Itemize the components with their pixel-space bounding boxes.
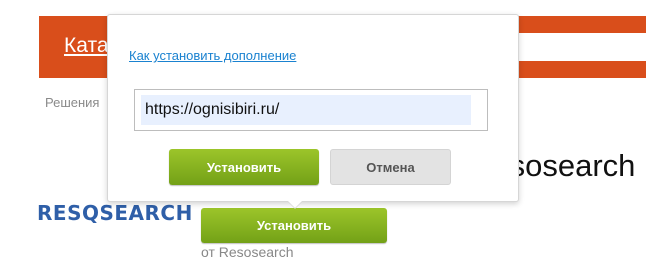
popup-pointer: [287, 200, 303, 208]
popup-install-button[interactable]: Установить: [169, 149, 319, 185]
install-popup: Как установить дополнение Установить Отм…: [107, 14, 519, 202]
how-to-install-link[interactable]: Как установить дополнение: [129, 48, 296, 63]
header-divider: [519, 33, 646, 61]
breadcrumb[interactable]: Решения: [45, 95, 99, 110]
resosearch-logo: RESQSEARCH: [37, 201, 193, 225]
install-button[interactable]: Установить: [201, 208, 387, 243]
popup-cancel-button[interactable]: Отмена: [330, 149, 451, 185]
author-byline: от Resosearch: [201, 244, 294, 260]
url-input[interactable]: [141, 95, 471, 125]
catalog-link[interactable]: Каталог: [64, 34, 108, 58]
url-box: [134, 89, 488, 131]
